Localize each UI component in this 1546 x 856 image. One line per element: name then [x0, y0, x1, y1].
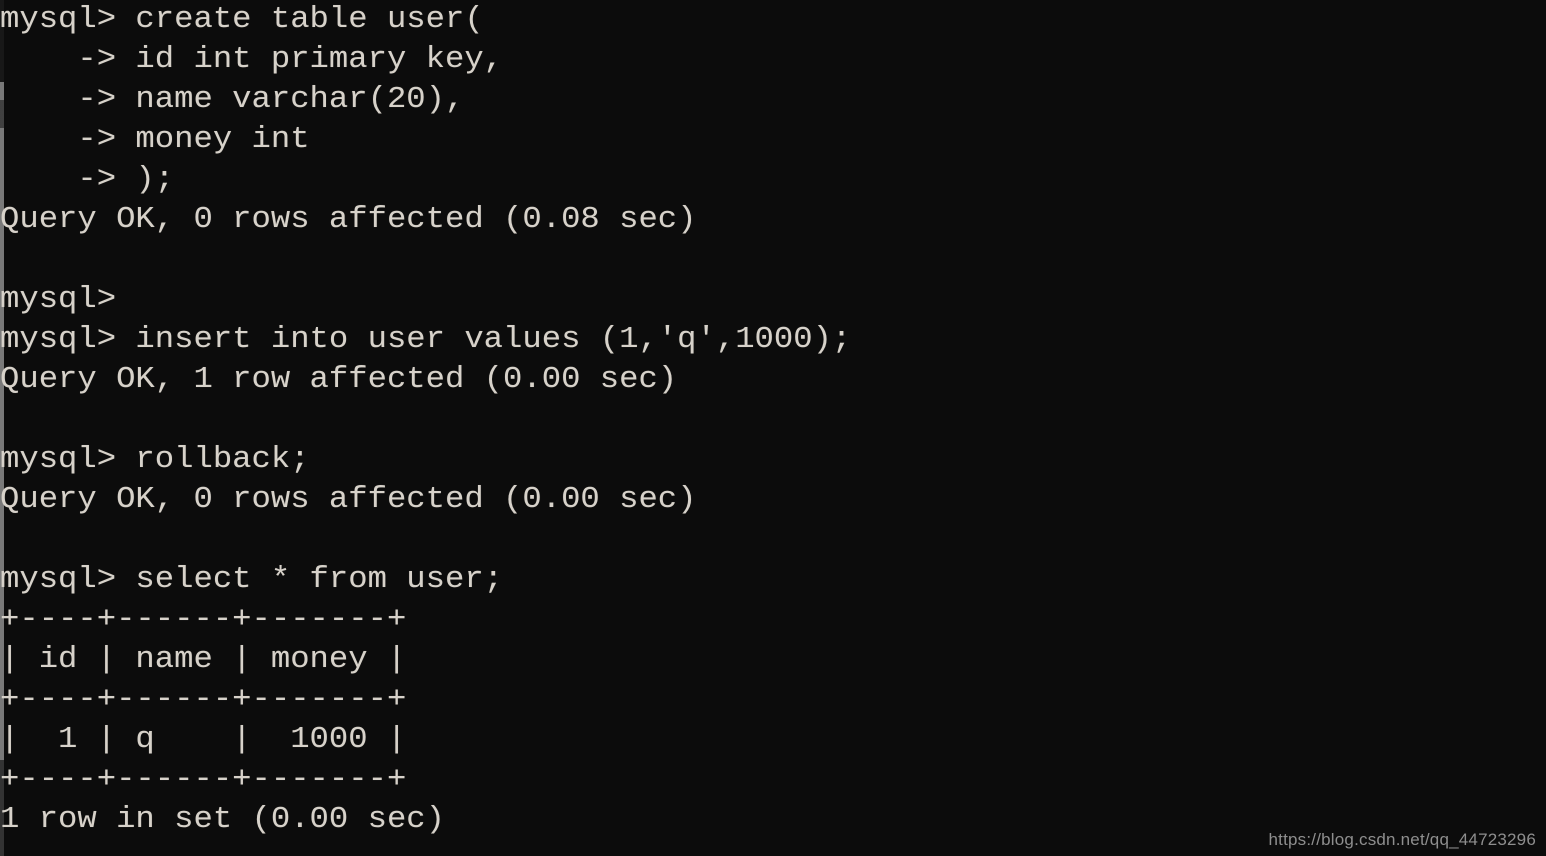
terminal-line-text: mysql> insert into user values (1,'q',10… — [0, 322, 852, 357]
terminal-line-text: -> money int — [0, 122, 310, 157]
terminal-screen[interactable]: mysql> create table user( -> id int prim… — [0, 0, 1546, 856]
terminal-line: -> id int primary key, — [0, 40, 1546, 80]
terminal-line: -> money int — [0, 120, 1546, 160]
terminal-line: -> name varchar(20), — [0, 80, 1546, 120]
terminal-line: | id | name | money | — [0, 640, 1546, 680]
terminal-line: Query OK, 0 rows affected (0.00 sec) — [0, 480, 1546, 520]
terminal-line: Query OK, 1 row affected (0.00 sec) — [0, 360, 1546, 400]
terminal-line: mysql> select * from user; — [0, 560, 1546, 600]
result-table-header-row: | id | name | money | — [0, 642, 407, 677]
terminal-line: | 1 | q | 1000 | — [0, 720, 1546, 760]
terminal-line: -> ); — [0, 160, 1546, 200]
result-table-data-row: | 1 | q | 1000 | — [0, 722, 407, 757]
terminal-line-text: -> ); — [0, 162, 175, 197]
result-table-border-top: +----+------+-------+ — [0, 602, 407, 637]
terminal-line: mysql> insert into user values (1,'q',10… — [0, 320, 1546, 360]
terminal-line-text: Query OK, 1 row affected (0.00 sec) — [0, 362, 678, 397]
result-table-border-mid: +----+------+-------+ — [0, 682, 407, 717]
terminal-line-text: -> name varchar(20), — [0, 82, 465, 117]
terminal-line: Query OK, 0 rows affected (0.08 sec) — [0, 200, 1546, 240]
terminal-line-text: mysql> — [0, 282, 117, 317]
terminal-line-text: Query OK, 0 rows affected (0.00 sec) — [0, 482, 697, 517]
terminal-line: mysql> create table user( — [0, 0, 1546, 40]
terminal-line-text: mysql> select * from user; — [0, 562, 504, 597]
result-table-border-bottom: +----+------+-------+ — [0, 762, 407, 797]
terminal-line: mysql> rollback; — [0, 440, 1546, 480]
terminal-line-text: mysql> rollback; — [0, 442, 310, 477]
terminal-line: +----+------+-------+ — [0, 760, 1546, 800]
terminal-line-text: -> id int primary key, — [0, 42, 504, 77]
csdn-watermark: https://blog.csdn.net/qq_44723296 — [1268, 830, 1536, 849]
terminal-line-text: mysql> create table user( — [0, 2, 484, 37]
terminal-line: mysql> — [0, 280, 1546, 320]
mysql-terminal-window: mysql> create table user( -> id int prim… — [0, 0, 1546, 856]
terminal-line-text: Query OK, 0 rows affected (0.08 sec) — [0, 202, 697, 237]
terminal-line: +----+------+-------+ — [0, 680, 1546, 720]
row-count-label: 1 row in set (0.00 sec) — [0, 802, 445, 837]
terminal-line: +----+------+-------+ — [0, 600, 1546, 640]
